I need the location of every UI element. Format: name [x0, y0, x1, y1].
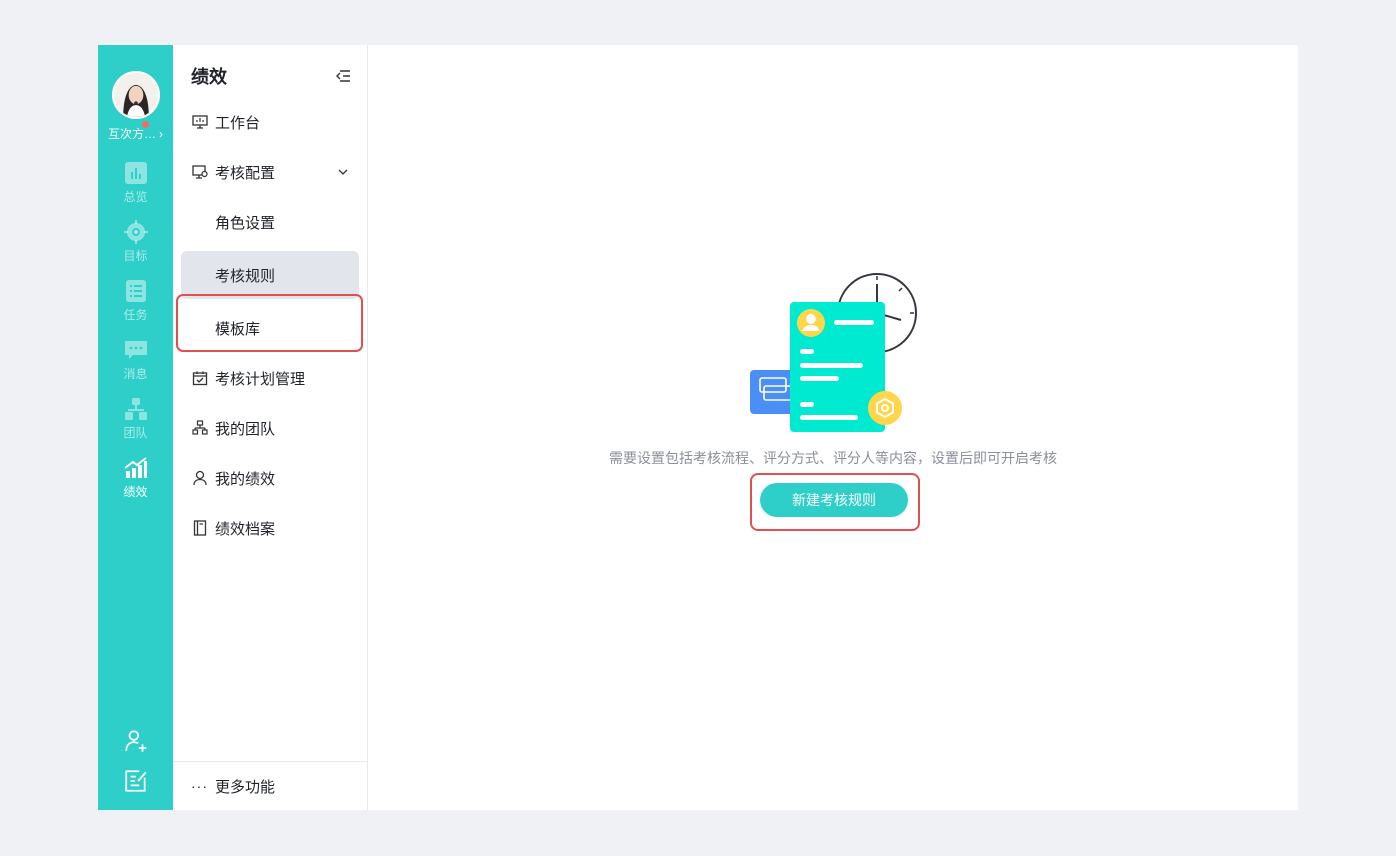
message-icon — [123, 337, 149, 363]
rail-item-team[interactable]: 团队 — [98, 396, 173, 441]
more-label: 更多功能 — [215, 778, 276, 796]
new-assessment-rule-button[interactable]: 新建考核规则 — [760, 483, 908, 517]
target-icon — [123, 219, 149, 245]
rail-item-performance[interactable]: 绩效 — [98, 455, 173, 500]
user-name[interactable]: 互次方… › — [107, 121, 163, 142]
menu-title: 绩效 — [191, 67, 227, 87]
edit-note-icon[interactable] — [123, 768, 149, 794]
rail-item-overview[interactable]: 总览 — [98, 160, 173, 205]
menu-item-assessment-rules[interactable]: 考核规则 — [181, 251, 359, 299]
more-functions[interactable]: ··· 更多功能 — [173, 761, 367, 810]
rail-item-goal[interactable]: 目标 — [98, 219, 173, 264]
rail-label: 目标 — [123, 249, 148, 263]
person-icon — [191, 469, 209, 487]
empty-state-text: 需要设置包括考核流程、评分方式、评分人等内容，设置后即可开启考核 — [609, 450, 1057, 466]
performance-icon — [123, 455, 149, 481]
task-list-icon — [123, 278, 149, 304]
org-chart-icon — [191, 419, 209, 437]
menu-item-my-team[interactable]: 我的团队 — [173, 403, 367, 453]
rail-label: 团队 — [123, 426, 148, 440]
add-member-icon[interactable] — [123, 728, 149, 754]
empty-state-illustration — [750, 273, 917, 432]
rail-label: 任务 — [123, 308, 148, 322]
archive-book-icon — [191, 519, 209, 537]
chevron-right-icon: › — [159, 126, 163, 141]
menu-label: 我的团队 — [215, 420, 276, 438]
rail-bottom-tools — [123, 714, 149, 794]
menu-item-workbench[interactable]: 工作台 — [173, 97, 367, 147]
rail-item-task[interactable]: 任务 — [98, 278, 173, 323]
menu-label: 模板库 — [215, 320, 261, 338]
menu-item-plan-management[interactable]: 考核计划管理 — [173, 353, 367, 403]
app-window: 互次方… › 总览 目标 任务 消息 团队 绩效 绩效 工作台 考核配置 角色设… — [98, 45, 1298, 810]
menu-label: 工作台 — [215, 114, 261, 132]
main-content: 需要设置包括考核流程、评分方式、评分人等内容，设置后即可开启考核 新建考核规则 — [368, 45, 1298, 810]
rail-label: 总览 — [123, 190, 148, 204]
calendar-check-icon — [191, 369, 209, 387]
notification-dot — [142, 121, 149, 128]
monitor-icon — [191, 113, 209, 131]
config-screen-icon — [191, 163, 209, 181]
menu-item-my-performance[interactable]: 我的绩效 — [173, 453, 367, 503]
bar-chart-icon — [123, 160, 149, 186]
menu-label: 考核配置 — [215, 164, 276, 182]
rail-label: 消息 — [123, 367, 148, 381]
side-menu: 绩效 工作台 考核配置 角色设置 考核规则 模板库 考核计划管理 我的团队 我的… — [173, 45, 368, 810]
avatar[interactable] — [111, 71, 160, 119]
menu-label: 角色设置 — [215, 214, 276, 232]
rail-item-message[interactable]: 消息 — [98, 337, 173, 382]
icon-rail: 互次方… › 总览 目标 任务 消息 团队 绩效 — [98, 45, 173, 810]
menu-label: 我的绩效 — [215, 470, 276, 488]
menu-label: 考核计划管理 — [215, 370, 306, 388]
collapse-menu-icon[interactable] — [335, 68, 351, 84]
menu-label: 考核规则 — [215, 267, 276, 285]
menu-item-template-library[interactable]: 模板库 — [173, 303, 367, 353]
menu-item-assessment-config[interactable]: 考核配置 — [173, 147, 367, 197]
team-tree-icon — [123, 396, 149, 422]
menu-item-performance-archive[interactable]: 绩效档案 — [173, 503, 367, 553]
menu-item-role-settings[interactable]: 角色设置 — [173, 197, 367, 247]
chevron-down-icon — [338, 169, 348, 175]
menu-label: 绩效档案 — [215, 520, 276, 538]
rail-label: 绩效 — [123, 485, 148, 499]
more-dots-icon: ··· — [191, 778, 208, 794]
user-name-text: 互次方… — [107, 127, 156, 141]
